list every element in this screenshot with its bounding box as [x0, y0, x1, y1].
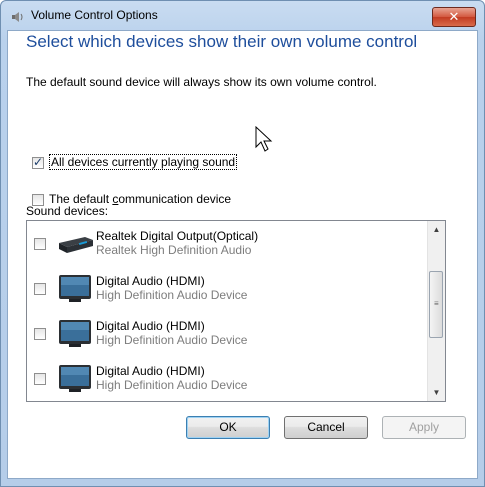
mouse-cursor-icon	[255, 126, 273, 152]
close-button[interactable]: ✕	[432, 7, 476, 27]
close-icon: ✕	[448, 9, 460, 24]
list-item[interactable]: Digital Audio (HDMI) High Definition Aud…	[27, 356, 427, 401]
all-devices-playing-checkbox[interactable]	[32, 155, 44, 169]
device-driver: High Definition Audio Device	[96, 333, 248, 347]
page-title: Select which devices show their own volu…	[26, 32, 418, 51]
monitor-icon	[59, 320, 91, 347]
scroll-down-arrow-icon[interactable]: ▼	[428, 384, 445, 401]
device-name: Digital Audio (HDMI)	[96, 364, 205, 378]
sound-devices-label: Sound devices:	[26, 204, 109, 218]
cancel-button[interactable]: Cancel	[284, 416, 368, 439]
title-bar[interactable]: Volume Control Options ✕	[1, 1, 484, 31]
device-driver: High Definition Audio Device	[96, 378, 248, 392]
description-text: The default sound device will always sho…	[26, 75, 377, 89]
apply-button[interactable]: Apply	[382, 416, 466, 439]
device-checkbox[interactable]	[34, 283, 46, 295]
scroll-up-arrow-icon[interactable]: ▲	[428, 221, 445, 238]
list-scrollbar[interactable]: ▲ ≡ ▼	[427, 221, 445, 401]
device-name: Digital Audio (HDMI)	[96, 274, 205, 288]
ok-button[interactable]: OK	[186, 416, 270, 439]
sound-devices-list[interactable]: Realtek Digital Output(Optical) Realtek …	[26, 220, 446, 402]
window-title: Volume Control Options	[31, 8, 158, 22]
list-item[interactable]: Realtek Digital Output(Optical) Realtek …	[27, 221, 427, 266]
optical-receiver-icon	[59, 237, 93, 253]
device-checkbox[interactable]	[34, 373, 46, 385]
device-driver: High Definition Audio Device	[96, 288, 248, 302]
device-checkbox[interactable]	[34, 328, 46, 340]
monitor-icon	[59, 275, 91, 302]
device-checkbox[interactable]	[34, 238, 46, 250]
device-name: Digital Audio (HDMI)	[96, 319, 205, 333]
monitor-icon	[59, 365, 91, 392]
speaker-icon	[12, 12, 23, 22]
list-item[interactable]: Digital Audio (HDMI) High Definition Aud…	[27, 311, 427, 356]
scroll-thumb[interactable]: ≡	[429, 271, 443, 338]
device-name: Realtek Digital Output(Optical)	[96, 229, 259, 243]
device-driver: Realtek High Definition Audio	[96, 243, 252, 257]
grip-icon: ≡	[434, 299, 439, 308]
all-devices-playing-label[interactable]: All devices currently playing sound	[49, 154, 238, 170]
list-item[interactable]: Digital Audio (HDMI) High Definition Aud…	[27, 266, 427, 311]
